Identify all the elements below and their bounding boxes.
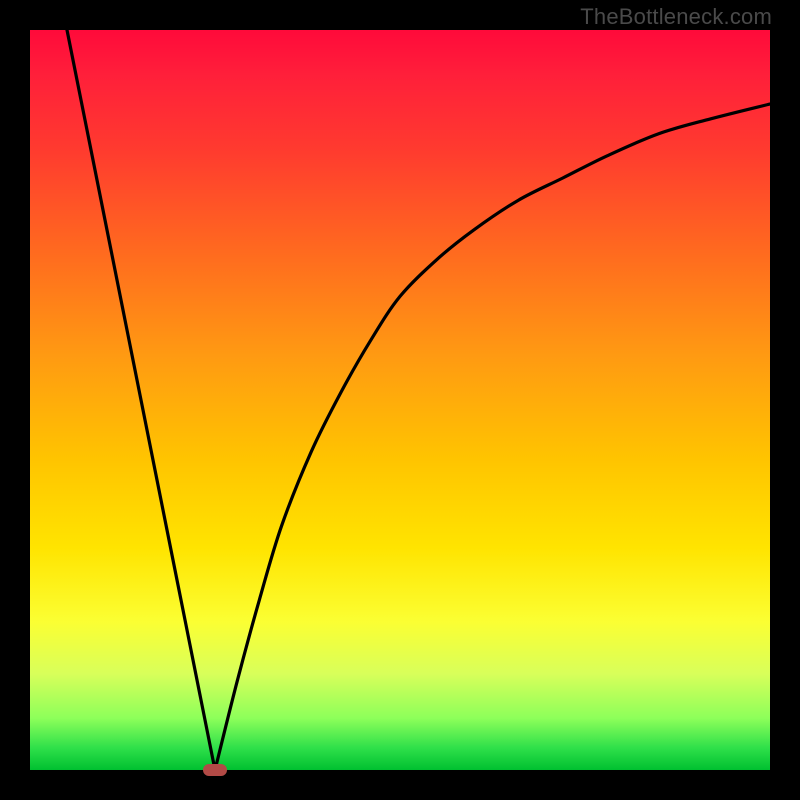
- attribution-label: TheBottleneck.com: [580, 4, 772, 30]
- plot-area: [30, 30, 770, 770]
- bottleneck-curve: [30, 30, 770, 770]
- curve-path: [67, 30, 770, 780]
- outer-frame: TheBottleneck.com: [0, 0, 800, 800]
- min-marker: [203, 764, 227, 776]
